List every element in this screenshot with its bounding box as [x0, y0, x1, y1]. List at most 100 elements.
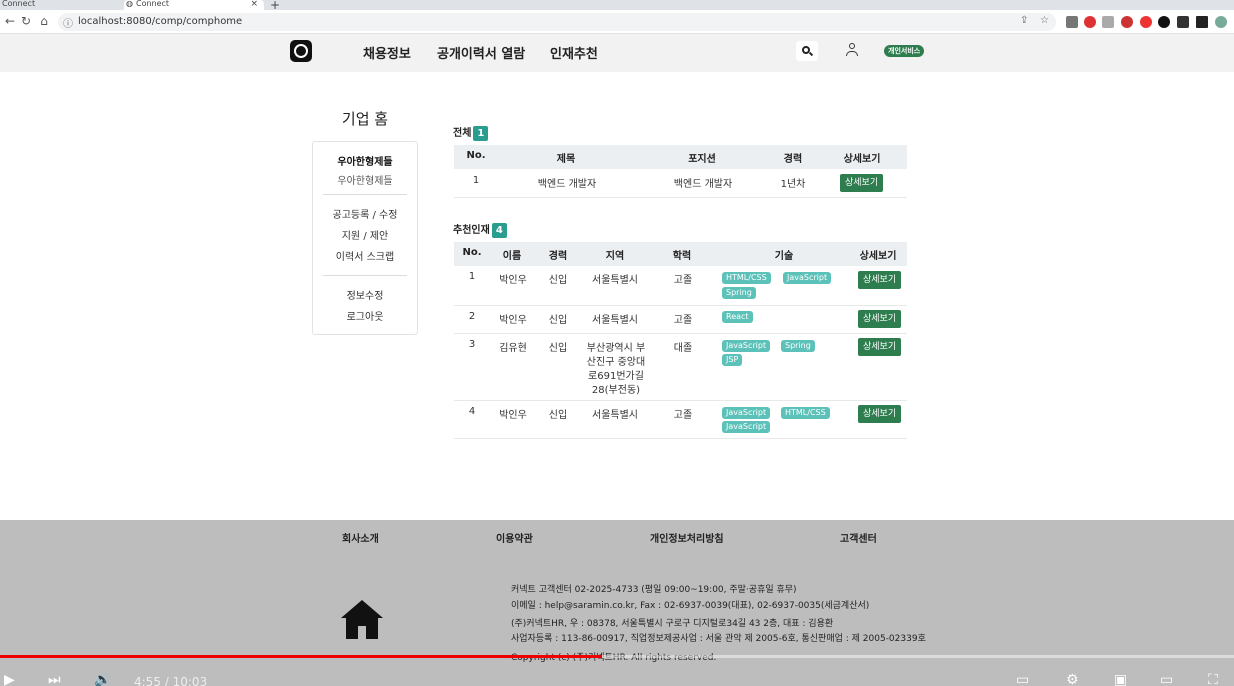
detail-button[interactable]: 상세보기: [858, 405, 902, 423]
theater-mode-icon[interactable]: ▭: [1160, 672, 1173, 686]
site-footer: 회사소개 이용약관 개인정보처리방침 고객센터 커넥트 고객센터 02-2025…: [0, 520, 1234, 686]
nav-job-info[interactable]: 채용정보: [363, 43, 411, 62]
sidepanel-icon[interactable]: [1196, 16, 1208, 28]
site-info-icon[interactable]: ⓘ: [63, 15, 73, 30]
skill-tag: Spring: [781, 340, 815, 352]
tab-title: Connect: [135, 0, 170, 8]
talent-name: 박인우: [499, 410, 527, 421]
close-tab-icon[interactable]: ×: [250, 0, 258, 9]
address-bar[interactable]: ⓘ localhost:8080/comp/comphome ⇪ ☆: [58, 13, 1056, 31]
talent-career: 신입: [548, 343, 568, 354]
divider: [454, 333, 907, 334]
sidebar-item-edit-info[interactable]: 정보수정: [313, 287, 417, 302]
next-icon[interactable]: ⏭: [48, 672, 61, 686]
talent-region-line: 로691번가길: [588, 371, 644, 382]
column-header: 지역: [605, 251, 625, 262]
url-text: localhost:8080/comp/comphome: [78, 16, 243, 27]
column-header: 제목: [556, 154, 576, 165]
column-header: 이름: [502, 251, 522, 262]
talent-career: 신입: [548, 315, 568, 326]
globe-icon: ◍: [126, 0, 133, 8]
sidebar-item-apply-offer[interactable]: 지원 / 제안: [313, 227, 417, 242]
sidebar-item-logout[interactable]: 로그아웃: [313, 308, 417, 323]
search-icon[interactable]: [796, 41, 818, 61]
profile-avatar[interactable]: [1215, 16, 1227, 28]
github-logo-icon[interactable]: [290, 40, 312, 62]
column-header: 상세보기: [859, 251, 897, 262]
talents-count-badge: 4: [491, 222, 507, 238]
talent-region: 서울특별시: [592, 410, 638, 421]
extension-icon[interactable]: [1084, 16, 1096, 28]
detail-button[interactable]: 상세보기: [858, 310, 902, 328]
detail-button[interactable]: 상세보기: [858, 338, 902, 356]
extension-icon[interactable]: [1102, 16, 1114, 28]
extension-icon[interactable]: [1121, 16, 1133, 28]
browser-tab[interactable]: Connect: [0, 0, 120, 10]
nav-public-resume[interactable]: 공개이력서 열람: [437, 43, 525, 62]
fullscreen-icon[interactable]: ⛶: [1208, 672, 1218, 686]
column-header: 포지션: [688, 154, 716, 165]
video-progress-fill: [0, 655, 602, 658]
talent-region-line: 28(부전동): [591, 385, 641, 396]
user-icon[interactable]: [846, 43, 858, 57]
company-name: 우아한형제들: [337, 157, 393, 168]
personal-service-badge[interactable]: 개인서비스: [884, 45, 925, 57]
extension-icon[interactable]: [1066, 16, 1078, 28]
sidebar: 우아한형제들 우아한형제들 공고등록 / 수정 지원 / 제안 이력서 스크랩 …: [312, 141, 418, 335]
row-number: 2: [468, 311, 476, 322]
skill-tag: JavaScript: [722, 421, 771, 433]
talent-region: 서울특별시: [592, 315, 638, 326]
footer-link-about[interactable]: 회사소개: [342, 530, 379, 545]
sidebar-item-job-post[interactable]: 공고등록 / 수정: [313, 206, 417, 221]
extension-icon[interactable]: [1158, 16, 1170, 28]
reload-icon[interactable]: ↻: [18, 14, 34, 28]
detail-button[interactable]: 상세보기: [858, 271, 902, 289]
talent-education: 대졸: [673, 343, 693, 354]
talent-region-line: 산진구 중앙대: [586, 357, 646, 368]
talent-region-line: 부산광역시 부: [586, 343, 646, 354]
divider: [323, 275, 407, 276]
talents-section-label: 추천인재 4: [453, 221, 507, 238]
volume-icon[interactable]: 🔊: [94, 672, 111, 686]
footer-link-terms[interactable]: 이용약관: [496, 530, 533, 545]
footer-link-support[interactable]: 고객센터: [840, 530, 877, 545]
sidebar-item-resume-scrap[interactable]: 이력서 스크랩: [313, 248, 417, 263]
browser-toolbar: ← ↻ ⌂ ⓘ localhost:8080/comp/comphome ⇪ ☆: [0, 10, 1234, 34]
column-header: 기술: [774, 251, 794, 262]
detail-button[interactable]: 상세보기: [840, 174, 884, 192]
jobs-table-header: No. 제목 포지션 경력 상세보기: [454, 145, 907, 169]
talent-name: 박인우: [499, 275, 527, 286]
skill-tag: JavaScript: [722, 340, 771, 352]
bookmark-star-icon[interactable]: ☆: [1040, 15, 1049, 26]
talent-region: 서울특별시: [592, 275, 638, 286]
back-icon[interactable]: ←: [2, 14, 18, 28]
nav-talent-recommend[interactable]: 인재추천: [550, 43, 598, 62]
browser-tab-active[interactable]: ◍ Connect ×: [124, 0, 264, 10]
home-icon[interactable]: [341, 600, 383, 640]
company-subtitle: 우아한형제들: [337, 176, 393, 187]
talent-name: 김유현: [499, 343, 527, 354]
divider: [454, 400, 907, 401]
browser-tabstrip: Connect ◍ Connect × +: [0, 0, 1234, 12]
footer-info-line: 커넥트 고객센터 02-2025-4733 (평일 09:00~19:00, 주…: [511, 585, 797, 595]
skill-tag: HTML/CSS: [781, 407, 830, 419]
talents-table-header: No. 이름 경력 지역 학력 기술 상세보기: [454, 242, 907, 266]
settings-icon[interactable]: ⚙: [1066, 672, 1079, 686]
job-title: 백엔드 개발자: [537, 179, 597, 190]
share-icon[interactable]: ⇪: [1020, 15, 1028, 26]
row-number: 1: [468, 271, 476, 282]
sidebar-title: 기업 홈: [341, 110, 389, 128]
miniplayer-icon[interactable]: ▣: [1114, 672, 1127, 686]
talents-label: 추천인재: [453, 225, 490, 236]
row-number: 1: [472, 175, 480, 186]
puzzle-icon[interactable]: [1177, 16, 1189, 28]
home-nav-icon[interactable]: ⌂: [36, 14, 52, 28]
skill-tag: JavaScript: [783, 272, 832, 284]
divider: [454, 305, 907, 306]
extension-icon[interactable]: [1140, 16, 1152, 28]
skill-tag: Spring: [722, 287, 756, 299]
footer-link-privacy[interactable]: 개인정보처리방침: [650, 530, 724, 545]
divider: [454, 197, 907, 198]
subtitles-icon[interactable]: ▭: [1016, 672, 1029, 686]
play-icon[interactable]: ▶: [4, 672, 15, 686]
